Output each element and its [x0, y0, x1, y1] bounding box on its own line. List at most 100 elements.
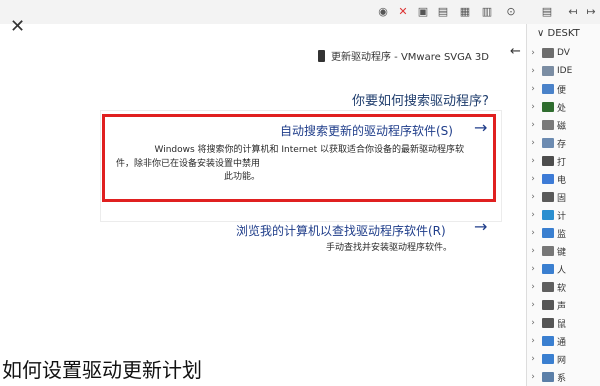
caption-bar: 如何设置驱动更新计划 [0, 346, 526, 386]
device-category-icon [542, 48, 554, 58]
expand-chevron-icon[interactable]: › [527, 264, 539, 274]
device-category-row[interactable]: › 人 [527, 260, 600, 278]
device-category-row[interactable]: › 鼠 [527, 314, 600, 332]
expand-chevron-icon[interactable]: › [527, 192, 539, 202]
expand-chevron-icon[interactable]: › [527, 138, 539, 148]
auto-search-option[interactable]: 自动搜索更新的驱动程序软件(S) [280, 122, 453, 139]
device-category-icon [542, 66, 554, 76]
browse-computer-description: 手动查找并安装驱动程序软件。 [326, 243, 453, 253]
tree-root[interactable]: ∨ DESKT [527, 24, 600, 44]
back-arrow-icon[interactable]: ← [510, 44, 521, 59]
toolbar-icon[interactable]: ▦ [458, 5, 472, 19]
device-category-icon [542, 336, 554, 346]
device-category-row[interactable]: › 处 [527, 98, 600, 116]
device-category-row[interactable]: › IDE [527, 62, 600, 80]
device-category-row[interactable]: › 便 [527, 80, 600, 98]
browse-computer-option[interactable]: 浏览我的计算机以查找驱动程序软件(R) [236, 222, 446, 239]
device-category-icon [542, 192, 554, 202]
toolbar-icon[interactable]: ▣ [416, 5, 430, 19]
device-category-row[interactable]: › 通 [527, 332, 600, 350]
expand-chevron-icon[interactable]: › [527, 318, 539, 328]
dialog-breadcrumb: 更新驱动程序 - VMware SVGA 3D [318, 48, 489, 63]
device-category-icon [542, 264, 554, 274]
device-category-label: 软 [557, 283, 567, 294]
device-category-label: 鼠 [557, 319, 567, 330]
device-icon [318, 49, 325, 62]
expand-chevron-icon[interactable]: › [527, 156, 539, 166]
expand-chevron-icon[interactable]: › [527, 372, 539, 382]
expand-chevron-icon[interactable]: › [527, 354, 539, 364]
device-category-row[interactable]: › 电 [527, 170, 600, 188]
device-category-icon [542, 120, 554, 130]
breadcrumb-text: 更新驱动程序 - VMware SVGA 3D [331, 52, 489, 63]
device-category-row[interactable]: › 打 [527, 152, 600, 170]
expand-chevron-icon[interactable]: › [527, 210, 539, 220]
close-icon[interactable]: ✕ [10, 16, 25, 37]
arrow-right-icon: → [474, 118, 488, 137]
device-category-row[interactable]: › 系 [527, 368, 600, 386]
device-category-label: 电 [557, 175, 567, 186]
collapse-icon[interactable]: ∨ [537, 28, 548, 39]
device-category-label: 监 [557, 229, 567, 240]
expand-chevron-icon[interactable]: › [527, 228, 539, 238]
device-category-label: IDE [557, 66, 573, 76]
device-category-label: 通 [557, 337, 567, 348]
toolbar-icon[interactable]: ▤ [540, 5, 554, 19]
device-category-label: DV [557, 48, 570, 58]
device-category-label: 声 [557, 301, 567, 312]
toolbar-icon[interactable]: ▤ [436, 5, 450, 19]
device-category-icon [542, 174, 554, 184]
device-category-icon [542, 156, 554, 166]
device-category-icon [542, 318, 554, 328]
expand-chevron-icon[interactable]: › [527, 66, 539, 76]
device-category-label: 磁 [557, 121, 567, 132]
caption-text: 如何设置驱动更新计划 [2, 358, 202, 382]
device-category-row[interactable]: › 监 [527, 224, 600, 242]
device-category-row[interactable]: › 存 [527, 134, 600, 152]
device-category-label: 系 [557, 373, 567, 384]
auto-search-description-line2: 件，除非你已在设备安装设置中禁用此功能。 [116, 159, 261, 182]
device-category-row[interactable]: › 网 [527, 350, 600, 368]
device-category-row[interactable]: › 软 [527, 278, 600, 296]
device-category-row[interactable]: › 声 [527, 296, 600, 314]
expand-chevron-icon[interactable]: › [527, 120, 539, 130]
expand-chevron-icon[interactable]: › [527, 84, 539, 94]
device-category-icon [542, 84, 554, 94]
device-tree-list: › DV › IDE › 便 › 处 › 磁 › 存 › 打 › 电 › 固 › 计 › 监 › 键 › 人 › 软 › 声 › 鼠 › 通 › 网 ›… [527, 44, 600, 386]
expand-chevron-icon[interactable]: › [527, 336, 539, 346]
auto-search-description-line1: Windows 将搜索你的计算机和 Internet 以获取适合你设备的最新驱动… [154, 145, 465, 155]
toolbar-icon[interactable]: ▥ [480, 5, 494, 19]
device-category-label: 处 [557, 103, 567, 114]
device-category-icon [542, 102, 554, 112]
device-category-row[interactable]: › 固 [527, 188, 600, 206]
device-category-label: 人 [557, 265, 567, 276]
back-nav-icon[interactable]: ↤ [566, 5, 580, 19]
device-category-icon [542, 246, 554, 256]
forward-nav-icon[interactable]: ↦ [584, 5, 598, 19]
device-category-label: 网 [557, 355, 567, 366]
expand-chevron-icon[interactable]: › [527, 174, 539, 184]
device-category-label: 固 [557, 193, 567, 204]
device-category-label: 存 [557, 139, 567, 150]
expand-chevron-icon[interactable]: › [527, 300, 539, 310]
device-category-icon [542, 354, 554, 364]
device-category-row[interactable]: › 键 [527, 242, 600, 260]
device-category-icon [542, 138, 554, 148]
tree-root-label: DESKT [547, 28, 580, 39]
expand-chevron-icon[interactable]: › [527, 102, 539, 112]
device-category-row[interactable]: › 磁 [527, 116, 600, 134]
close-red-icon[interactable]: ✕ [396, 5, 410, 19]
radio-icon[interactable]: ◉ [376, 5, 390, 19]
toolbar-icon[interactable]: ⊙ [504, 5, 518, 19]
device-category-row[interactable]: › 计 [527, 206, 600, 224]
device-category-row[interactable]: › DV [527, 44, 600, 62]
device-category-label: 打 [557, 157, 567, 168]
expand-chevron-icon[interactable]: › [527, 246, 539, 256]
expand-chevron-icon[interactable]: › [527, 48, 539, 58]
background-window-toolbar: ◉ ✕ ▣ ▤ ▦ ▥ ⊙ ▤ ↤ ↦ [0, 0, 600, 24]
dialog-question: 你要如何搜索驱动程序? [352, 94, 489, 109]
expand-chevron-icon[interactable]: › [527, 282, 539, 292]
device-category-label: 计 [557, 211, 567, 222]
device-category-label: 便 [557, 85, 567, 96]
device-category-label: 键 [557, 247, 567, 258]
